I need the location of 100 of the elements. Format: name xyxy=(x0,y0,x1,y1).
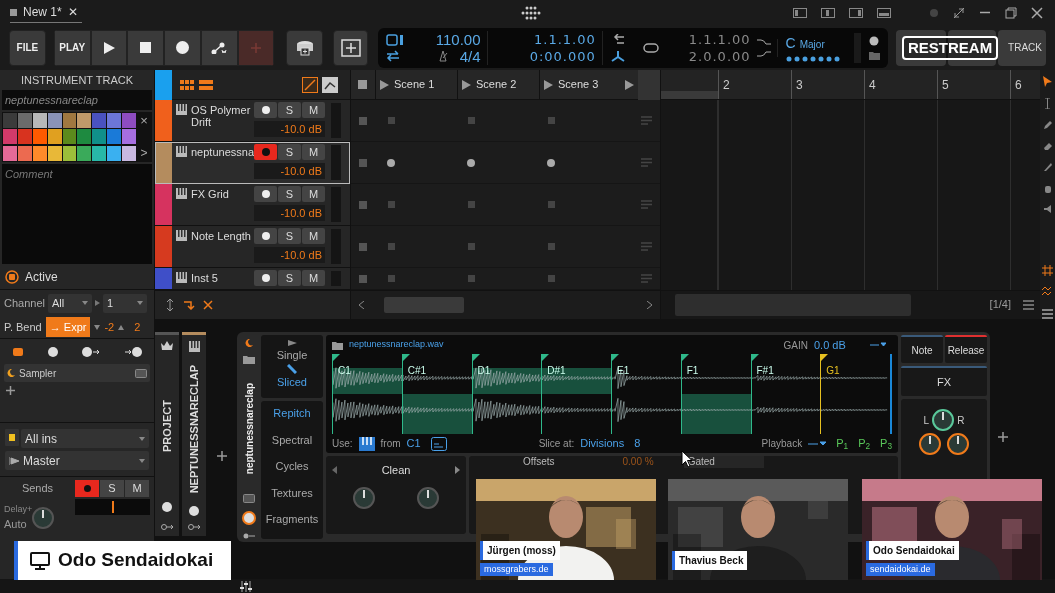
track-row[interactable]: OS Polymer Drift S M -10.0 dB xyxy=(155,100,350,142)
mute-button[interactable]: M xyxy=(302,144,325,160)
play-mode-button[interactable]: PLAY xyxy=(53,29,91,66)
record-arm-button[interactable] xyxy=(254,144,277,160)
track-name-field[interactable]: neptunessnareclap xyxy=(2,90,152,110)
record-arm-button[interactable] xyxy=(254,102,277,118)
scene-button[interactable]: Scene 2 xyxy=(457,69,539,100)
slice-mode-dropdown[interactable]: Divisions xyxy=(580,435,625,452)
color-swatch[interactable] xyxy=(32,145,47,161)
color-swatch[interactable] xyxy=(92,113,107,128)
algorithm-tab[interactable]: Fragments xyxy=(265,511,319,528)
mode-button[interactable]: Single xyxy=(276,339,308,364)
note-tab[interactable]: Note xyxy=(901,335,943,363)
color-swatch[interactable] xyxy=(92,129,107,145)
mute-button[interactable]: M xyxy=(302,228,325,244)
scene-button[interactable]: Scene 1 xyxy=(375,69,457,100)
bend-down-value[interactable]: -2 xyxy=(104,318,115,336)
record-arm-button[interactable] xyxy=(254,270,277,286)
solo-button[interactable]: S xyxy=(278,144,301,160)
color-swatch[interactable] xyxy=(107,113,122,128)
slice-region[interactable]: G1 xyxy=(820,354,890,434)
pad-toggle[interactable]: P$_{2}$ xyxy=(858,435,871,452)
solo-button[interactable]: S xyxy=(278,102,301,118)
color-swatch[interactable] xyxy=(62,113,77,128)
color-swatch[interactable] xyxy=(77,113,92,128)
color-swatch[interactable] xyxy=(62,129,77,145)
close-button[interactable]: × xyxy=(140,114,148,128)
color-swatch[interactable] xyxy=(107,129,122,145)
color-swatch[interactable] xyxy=(47,145,62,161)
release-tab[interactable]: Release xyxy=(945,335,987,363)
color-swatch[interactable] xyxy=(17,129,32,145)
record-arm-button[interactable] xyxy=(254,228,277,244)
track-name[interactable]: OS Polymer Drift xyxy=(191,104,254,141)
device-slot[interactable]: Sampler xyxy=(4,364,150,382)
color-swatch[interactable] xyxy=(47,129,62,145)
scale-value[interactable]: Major xyxy=(799,37,825,52)
track-row[interactable]: neptunessna S M -10.0 dB xyxy=(155,142,350,184)
volume-field[interactable]: -10.0 dB xyxy=(254,163,325,179)
algorithm-tab[interactable]: Textures xyxy=(271,484,313,501)
track-name[interactable]: FX Grid xyxy=(191,188,254,225)
input-dropdown[interactable]: All ins xyxy=(21,429,149,448)
channel-dropdown[interactable]: All xyxy=(48,293,92,313)
algorithm-tab[interactable]: Cycles xyxy=(275,458,309,475)
bend-up-value[interactable]: 2 xyxy=(134,318,141,336)
play-button[interactable] xyxy=(90,29,128,66)
color-swatch[interactable] xyxy=(122,113,136,128)
next-button[interactable]: > xyxy=(140,146,148,160)
algorithm-tab[interactable]: Repitch xyxy=(273,405,311,422)
channel-number-dropdown[interactable]: 1 xyxy=(103,293,147,313)
color-swatch[interactable] xyxy=(122,129,136,145)
color-swatch[interactable] xyxy=(77,129,92,145)
track-name[interactable]: Note Length xyxy=(191,230,254,267)
solo-button[interactable]: S xyxy=(278,270,301,286)
slice-count[interactable]: 8 xyxy=(634,435,641,452)
track-button[interactable]: TRACK xyxy=(998,29,1046,66)
color-swatch[interactable] xyxy=(32,113,47,128)
track-name[interactable]: Inst 5 xyxy=(191,272,254,289)
slice-region[interactable]: F1 xyxy=(680,354,751,434)
position-value[interactable]: 1.1.1.00 xyxy=(534,30,596,48)
tab-title[interactable]: New 1* xyxy=(23,3,62,21)
scene-button[interactable]: Scene 3 xyxy=(539,69,621,100)
time-value[interactable]: 0:00.000 xyxy=(529,47,596,65)
track-name[interactable]: neptunessna xyxy=(191,146,254,183)
track-row[interactable]: Inst 5 S M xyxy=(155,268,350,290)
output-dropdown[interactable]: Master xyxy=(5,451,149,470)
solo-button[interactable]: S xyxy=(100,480,124,497)
record-button[interactable] xyxy=(164,29,201,66)
mute-button[interactable]: M xyxy=(125,480,149,497)
mute-button[interactable]: M xyxy=(302,102,325,118)
tempo-value[interactable]: 110.00 xyxy=(435,30,481,48)
time-signature[interactable]: 4/4 xyxy=(459,47,481,65)
automation-button[interactable] xyxy=(200,29,238,66)
solo-button[interactable]: S xyxy=(278,228,301,244)
loop-start[interactable]: 1.1.1.00 xyxy=(688,30,751,48)
pad-toggle[interactable]: P$_{1}$ xyxy=(836,435,849,452)
mute-button[interactable]: M xyxy=(302,270,325,286)
color-swatch[interactable] xyxy=(92,145,107,161)
solo-button[interactable]: S xyxy=(278,186,301,202)
slice-region[interactable]: F#1 xyxy=(750,354,821,434)
mode-selector[interactable]: Clean xyxy=(381,462,411,479)
volume-field[interactable]: -10.0 dB xyxy=(254,247,325,263)
volume-field[interactable]: -10.0 dB xyxy=(254,121,325,137)
color-swatch[interactable] xyxy=(32,129,47,145)
color-swatch[interactable] xyxy=(17,145,32,161)
color-swatch[interactable] xyxy=(3,145,17,161)
color-swatch[interactable] xyxy=(62,145,77,161)
color-swatch[interactable] xyxy=(3,129,17,145)
mode-button[interactable]: Sliced xyxy=(277,363,307,390)
add-panel-button[interactable] xyxy=(333,29,368,66)
send-mode[interactable]: Auto xyxy=(4,516,33,533)
record-arm-button[interactable] xyxy=(75,480,99,497)
device-button[interactable] xyxy=(286,29,324,66)
stop-button[interactable] xyxy=(127,29,165,66)
algorithm-tab[interactable]: Spectral xyxy=(271,431,313,448)
scrollbar-thumb[interactable] xyxy=(384,296,464,313)
color-swatch[interactable] xyxy=(3,113,17,128)
mute-button[interactable]: M xyxy=(302,186,325,202)
key-value[interactable]: C xyxy=(785,33,796,54)
file-name[interactable]: neptunessnareclap.wav xyxy=(349,338,444,352)
comment-field[interactable]: Comment xyxy=(2,164,152,264)
